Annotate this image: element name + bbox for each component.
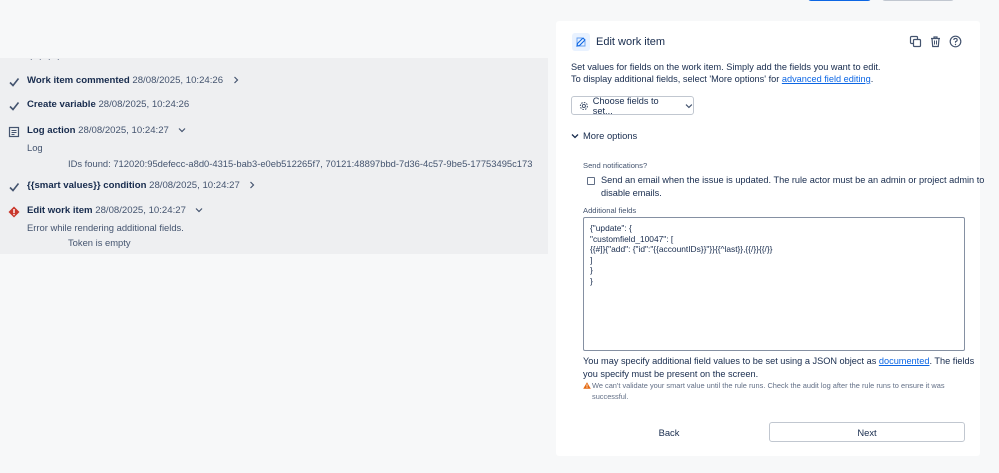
additional-fields-label: Additional fields [583, 206, 637, 215]
log-item-time: 28/08/2025, 10:24:27 [78, 125, 169, 136]
top-secondary-button[interactable] [882, 0, 954, 1]
log-item-edit-work-item[interactable]: Edit work item 28/08/2025, 10:24:27 Erro… [0, 204, 548, 248]
chevron-right-icon[interactable] [248, 181, 256, 189]
audit-log-panel: . . . . Work item commented 28/08/2025, … [0, 52, 548, 254]
log-item-sub-label: Log [27, 142, 43, 153]
top-primary-button[interactable] [808, 0, 871, 1]
log-item-work-item-commented[interactable]: Work item commented 28/08/2025, 10:24:26 [0, 74, 548, 90]
choose-fields-button[interactable]: Choose fields to set... [571, 95, 694, 116]
edit-work-item-panel: Edit work item Set values for fields on … [556, 21, 984, 456]
send-email-text: Send an email when the issue is updated.… [601, 174, 984, 199]
copy-icon[interactable] [909, 35, 922, 48]
chevron-down-icon [685, 103, 693, 108]
warning-line2: successful. [592, 391, 629, 401]
chevron-down-icon [571, 133, 579, 138]
chevron-down-icon[interactable] [195, 206, 203, 214]
log-item-log-action[interactable]: Log action 28/08/2025, 10:24:27 Log IDs … [0, 124, 548, 169]
help-text: You may specify additional field values … [583, 356, 879, 366]
send-email-line2: disable emails. [601, 187, 662, 198]
check-icon [9, 78, 20, 87]
log-item-title: Create variable [27, 99, 96, 110]
back-button[interactable]: Back [583, 422, 755, 442]
smart-value-warning: We can't validate your smart value until… [583, 381, 945, 402]
log-item-create-variable: Create variable 28/08/2025, 10:24:26 [0, 98, 548, 114]
check-icon [9, 183, 20, 192]
log-item-time: 28/08/2025, 10:24:26 [98, 99, 190, 110]
send-notifications-label: Send notifications? [583, 161, 648, 170]
next-button[interactable]: Next [769, 422, 965, 442]
log-item-title: Work item commented [27, 75, 130, 86]
error-icon [8, 206, 20, 218]
edit-pencil-icon [572, 33, 590, 51]
log-item-title: Edit work item [27, 205, 93, 216]
log-item-error-message: Error while rendering additional fields. [27, 222, 184, 233]
additional-fields-help: You may specify additional field values … [583, 355, 974, 380]
send-email-checkbox[interactable] [587, 177, 595, 185]
log-item-title: Log action [27, 125, 76, 136]
chevron-right-icon[interactable] [232, 76, 240, 84]
description-suffix: . [870, 74, 874, 84]
more-options-toggle[interactable]: More options [571, 130, 637, 141]
choose-fields-label: Choose fields to set... [592, 95, 659, 116]
help-line2: you specify must be present on the scree… [583, 368, 759, 379]
log-item-title: {{smart values}} condition [27, 180, 147, 191]
gear-icon [579, 101, 588, 110]
documented-link[interactable]: documented [879, 356, 930, 366]
log-item-time: 28/08/2025, 10:24:27 [95, 205, 186, 216]
send-email-line1: Send an email when the issue is updated.… [601, 175, 985, 185]
log-stub: . . . . [30, 52, 62, 62]
advanced-field-editing-link[interactable]: advanced field editing [782, 74, 871, 84]
check-icon [9, 102, 20, 111]
log-item-error-detail: Token is empty [68, 237, 131, 248]
help-icon[interactable] [949, 35, 962, 48]
log-item-time: 28/08/2025, 10:24:26 [132, 75, 224, 86]
panel-title: Edit work item [596, 36, 666, 48]
more-options-label: More options [583, 130, 638, 141]
help-suffix: . The fields [929, 356, 975, 366]
log-item-sub-detail: IDs found: 712020:95defecc-a8d0-4315-bab… [68, 158, 533, 169]
panel-description-line1: Set values for fields on the work item. … [571, 62, 881, 72]
warning-line1: We can't validate your smart value until… [592, 381, 945, 390]
trash-icon[interactable] [929, 35, 942, 48]
warning-icon [583, 382, 591, 389]
log-item-time: 28/08/2025, 10:24:27 [149, 180, 240, 191]
log-document-icon [8, 126, 20, 138]
chevron-down-icon[interactable] [178, 126, 186, 134]
panel-description-line2: To display additional fields, select 'Mo… [571, 74, 873, 84]
log-item-smart-values-condition[interactable]: {{smart values}} condition 28/08/2025, 1… [0, 179, 548, 195]
description-text: To display additional fields, select 'Mo… [571, 74, 782, 84]
additional-fields-textarea[interactable]: {"update": { "customfield_10047": [ {{#]… [583, 217, 965, 351]
